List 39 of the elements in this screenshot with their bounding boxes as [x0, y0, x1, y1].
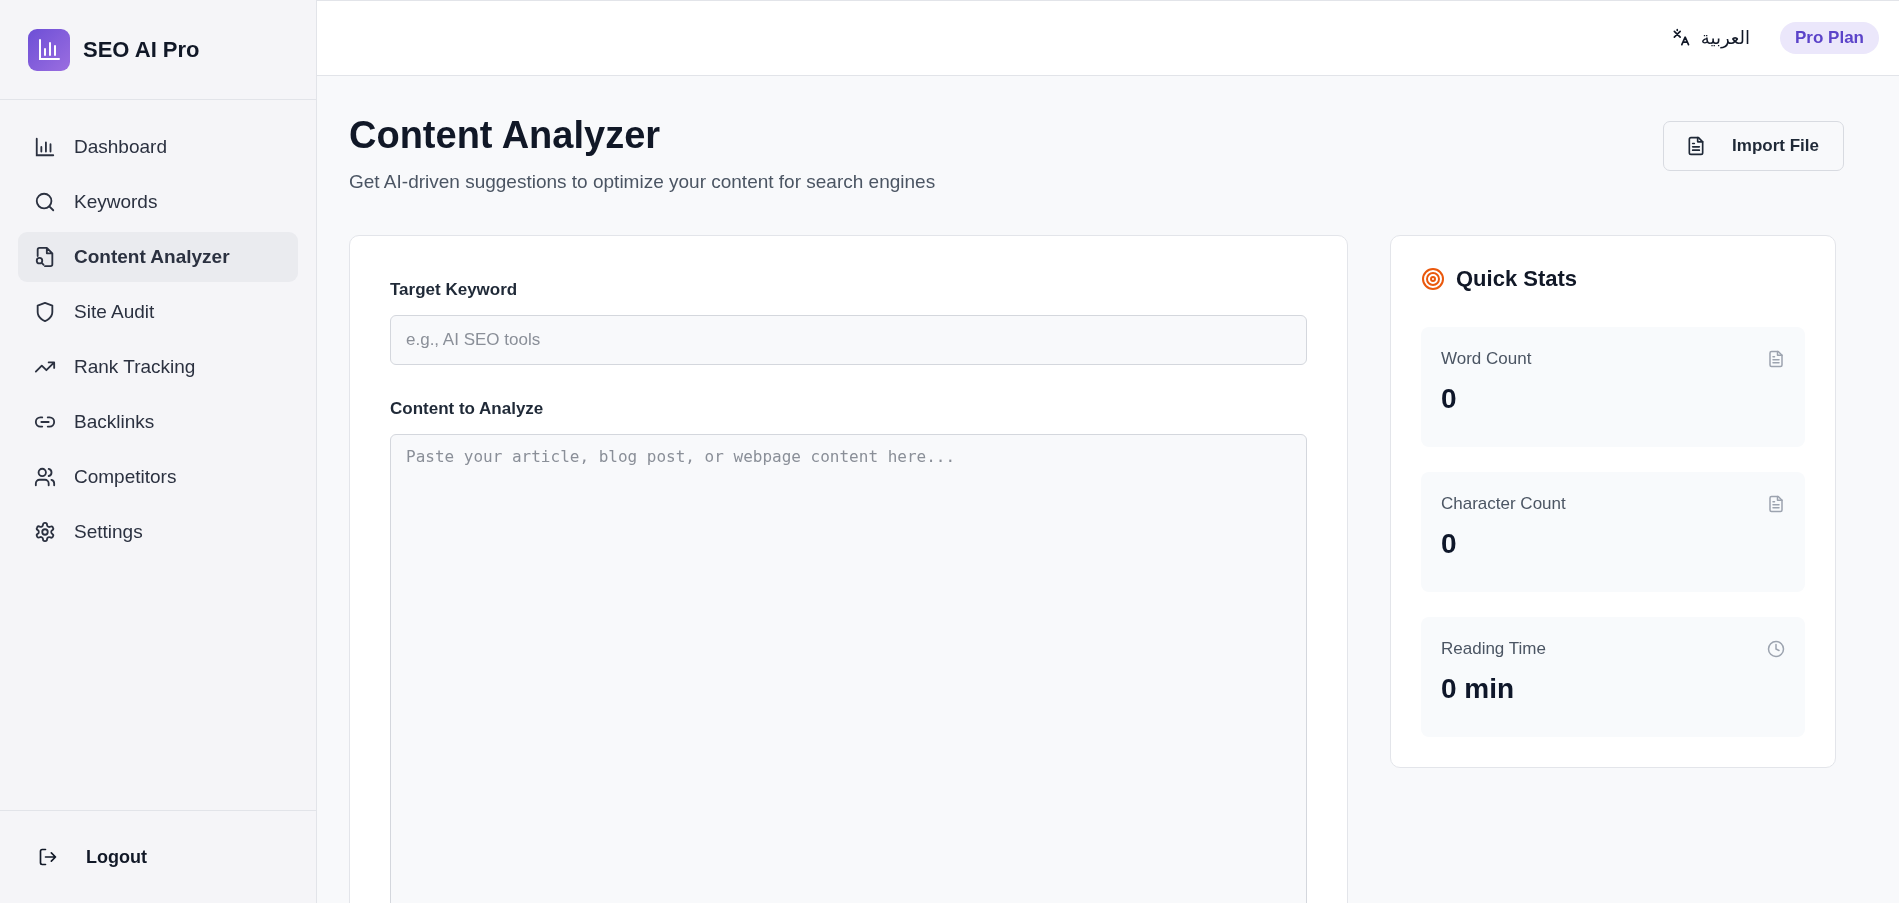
sidebar-item[interactable]: Rank Tracking — [18, 342, 298, 392]
stat-label: Word Count — [1441, 349, 1532, 369]
stat-value: 0 — [1441, 528, 1458, 560]
sidebar-item[interactable]: Dashboard — [18, 122, 298, 172]
content-textarea[interactable]: Paste your article, blog post, or webpage content here... — [390, 434, 1307, 903]
document-icon — [1686, 136, 1707, 156]
page-title: Content Analyzer — [349, 114, 662, 157]
stat-label: Reading Time — [1441, 639, 1546, 659]
stat-value: 0 — [1441, 383, 1458, 415]
logout-link[interactable]: Logout — [38, 846, 147, 868]
sidebar-item[interactable]: Site Audit — [18, 287, 298, 337]
sidebar-item[interactable]: Competitors — [18, 452, 298, 502]
field-label: Content to Analyze — [390, 399, 545, 419]
document-icon — [1767, 495, 1785, 513]
document-icon — [1767, 350, 1785, 368]
plan-badge: Pro Plan — [1780, 22, 1879, 54]
keyword-input[interactable]: e.g., AI SEO tools — [390, 315, 1307, 365]
clock-icon — [1767, 640, 1785, 658]
search-icon — [34, 191, 56, 213]
stat-value: 0 min — [1441, 673, 1516, 705]
sidebar-item[interactable]: Settings — [18, 507, 298, 557]
logout-icon — [38, 847, 58, 867]
field-label: Target Keyword — [390, 280, 519, 300]
users-icon — [34, 466, 56, 488]
page-subtitle: Get AI-driven suggestions to optimize your content for search engines — [349, 171, 936, 193]
document-search-icon — [34, 246, 56, 268]
shield-icon — [34, 301, 56, 323]
bar-chart-icon — [34, 136, 56, 158]
sidebar-item[interactable]: Content Analyzer — [18, 232, 298, 282]
sidebar-item[interactable]: Keywords — [18, 177, 298, 227]
language-button[interactable]: العربية — [1664, 26, 1757, 50]
import-file-button[interactable]: Import File — [1663, 121, 1844, 171]
bar-chart-logo-icon — [28, 28, 70, 71]
stat-label: Character Count — [1441, 494, 1566, 514]
settings-icon — [34, 521, 56, 543]
card-title: Quick Stats — [1456, 266, 1578, 292]
app-name: SEO AI Pro — [83, 36, 200, 63]
target-icon — [1421, 267, 1445, 291]
sidebar-item[interactable]: Backlinks — [18, 397, 298, 447]
